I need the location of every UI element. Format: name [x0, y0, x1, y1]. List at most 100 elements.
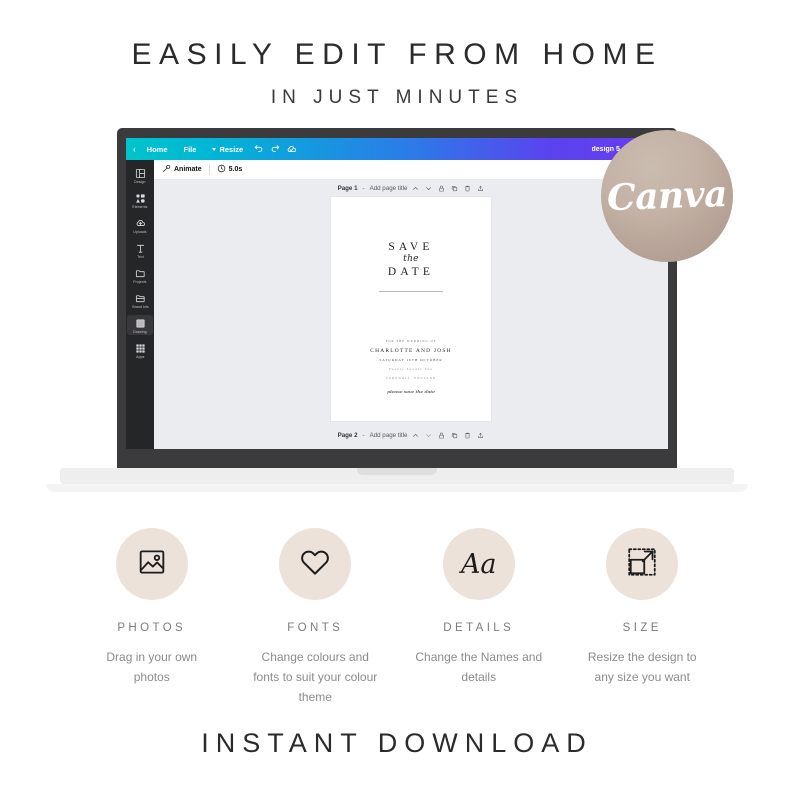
export-icon[interactable] [477, 432, 484, 439]
feature-icon-circle: Aa [442, 528, 515, 600]
trash-icon[interactable] [464, 432, 471, 439]
card-names: CHARLOTTE AND JOSH [370, 348, 452, 354]
feature-title-size: SIZE [622, 622, 662, 634]
laptop-base-lip [46, 484, 748, 492]
redo-icon[interactable] [267, 142, 283, 156]
page-2-header: Page 2 - Add page title [154, 427, 668, 444]
feature-title-details: DETAILS [443, 622, 515, 634]
card-date-text: DATE [387, 266, 435, 278]
page-1-header: Page 1 - Add page title [154, 180, 668, 197]
feature-photos: PHOTOS Drag in your own photos [70, 528, 234, 707]
page-2-separator: - [362, 432, 365, 439]
page-2-title-input[interactable]: Add page title [370, 432, 408, 439]
headline-block: EASILY EDIT FROM HOME IN JUST MINUTES [0, 0, 794, 109]
laptop-screen: ‹ Home File Resize design 5 Design Eleme… [126, 138, 668, 449]
feature-icon-circle [115, 528, 188, 600]
canva-sub-toolbar: Animate 5.0s [154, 160, 668, 180]
duration-label: 5.0s [228, 166, 243, 173]
toolbar-divider [208, 164, 210, 175]
lock-icon[interactable] [438, 432, 445, 439]
chevron-down-icon [212, 147, 217, 151]
menu-resize-label: Resize [219, 144, 244, 154]
export-icon[interactable] [477, 185, 484, 192]
chevron-up-icon[interactable] [412, 185, 419, 192]
feature-desc-details: Change the Names and details [415, 650, 543, 684]
lock-icon[interactable] [438, 185, 445, 192]
feature-desc-size: Resize the design to any size you want [587, 650, 697, 684]
menu-resize[interactable]: Resize [204, 145, 251, 154]
feature-desc-photos: Drag in your own photos [106, 650, 198, 684]
sidebar-item-apps[interactable]: Apps [127, 340, 153, 360]
animate-button[interactable]: Animate [162, 164, 202, 175]
design-page-1[interactable]: SAVE the DATE FOR THE WEDDING OF CHARLOT… [154, 197, 668, 421]
apps-grid-icon [134, 342, 146, 354]
duplicate-icon[interactable] [451, 432, 458, 439]
aa-type-icon: Aa [460, 548, 497, 580]
resize-arrow-icon [624, 544, 660, 585]
card-the-text: the [403, 254, 419, 264]
card-place: CORNWALL, ENGLAND [385, 376, 437, 380]
card-heading-block: SAVE the DATE [331, 241, 491, 292]
page-subtitle: IN JUST MINUTES [270, 87, 524, 108]
sidebar-label-brand-kits: Brand kits [131, 305, 149, 309]
canva-sidebar: Design Elements Uploads Text Projects Br… [126, 160, 154, 449]
magic-wand-icon [162, 164, 171, 175]
sidebar-item-design[interactable]: Design [127, 165, 153, 185]
feature-desc-fonts: Change colours and fonts to suit your co… [253, 650, 378, 704]
page-2-actions [412, 432, 484, 439]
design-icon [134, 167, 146, 179]
elements-icon [134, 192, 146, 204]
menu-home[interactable]: Home [139, 145, 176, 154]
laptop-base-notch [357, 468, 437, 475]
card-date-line: SATURDAY 16TH OCTOBER [379, 358, 443, 362]
sidebar-item-uploads[interactable]: Uploads [127, 215, 153, 235]
sidebar-item-projects[interactable]: Projects [127, 265, 153, 285]
feature-icon-circle [279, 528, 352, 600]
canva-canvas-area: Page 1 - Add page title SAVE the DATE FO… [154, 180, 668, 449]
feature-details: Aa DETAILS Change the Names and details [397, 528, 561, 707]
page-1-actions [412, 185, 484, 192]
canva-top-toolbar: ‹ Home File Resize design 5 [126, 138, 668, 160]
page-1-title-input[interactable]: Add page title [370, 185, 408, 192]
clock-icon [217, 164, 226, 175]
footer-text: INSTANT DOWNLOAD [201, 728, 593, 758]
card-year: Twenty Twenty Two [388, 367, 434, 371]
feature-size: SIZE Resize the design to any size you w… [561, 528, 725, 707]
chevron-down-icon[interactable] [425, 185, 432, 192]
chevron-up-icon[interactable] [412, 432, 419, 439]
feature-list: PHOTOS Drag in your own photos FONTS Cha… [0, 528, 794, 707]
feature-title-photos: PHOTOS [117, 622, 187, 634]
sidebar-label-elements: Elements [132, 205, 148, 209]
sidebar-item-text[interactable]: Text [127, 240, 153, 260]
chevron-down-icon[interactable] [425, 432, 432, 439]
card-details-block: FOR THE WEDDING OF CHARLOTTE AND JOSH SA… [331, 339, 491, 395]
page-title: EASILY EDIT FROM HOME [131, 38, 663, 71]
page-1-separator: - [362, 185, 365, 192]
feature-fonts: FONTS Change colours and fonts to suit y… [234, 528, 398, 707]
duration-button[interactable]: 5.0s [217, 164, 243, 175]
sidebar-item-drawing[interactable]: Drawing [127, 315, 153, 335]
sidebar-item-brand-kits[interactable]: Brand kits [127, 290, 153, 310]
sidebar-label-uploads: Uploads [133, 230, 147, 234]
sidebar-label-drawing: Drawing [133, 330, 147, 334]
folder-icon [134, 267, 146, 279]
save-the-date-card[interactable]: SAVE the DATE FOR THE WEDDING OF CHARLOT… [331, 197, 491, 421]
feature-icon-circle [606, 528, 679, 600]
uploads-cloud-icon [134, 217, 146, 229]
sidebar-label-design: Design [134, 180, 146, 184]
card-wedding-label: FOR THE WEDDING OF [385, 339, 437, 343]
card-signature: please save the date [387, 389, 435, 395]
menu-file[interactable]: File [176, 145, 205, 154]
drawing-square-icon [134, 317, 146, 329]
chevron-left-icon[interactable]: ‹ [132, 145, 139, 154]
sidebar-label-apps: Apps [135, 355, 145, 359]
sidebar-item-elements[interactable]: Elements [127, 190, 153, 210]
trash-icon[interactable] [464, 185, 471, 192]
feature-title-fonts: FONTS [287, 622, 344, 634]
cloud-saved-icon[interactable] [283, 142, 299, 156]
undo-icon[interactable] [251, 142, 267, 156]
canva-logo-badge: Canva [601, 130, 733, 262]
promo-listing-image: EASILY EDIT FROM HOME IN JUST MINUTES ‹ … [0, 0, 794, 794]
duplicate-icon[interactable] [451, 185, 458, 192]
heart-icon [298, 545, 332, 584]
